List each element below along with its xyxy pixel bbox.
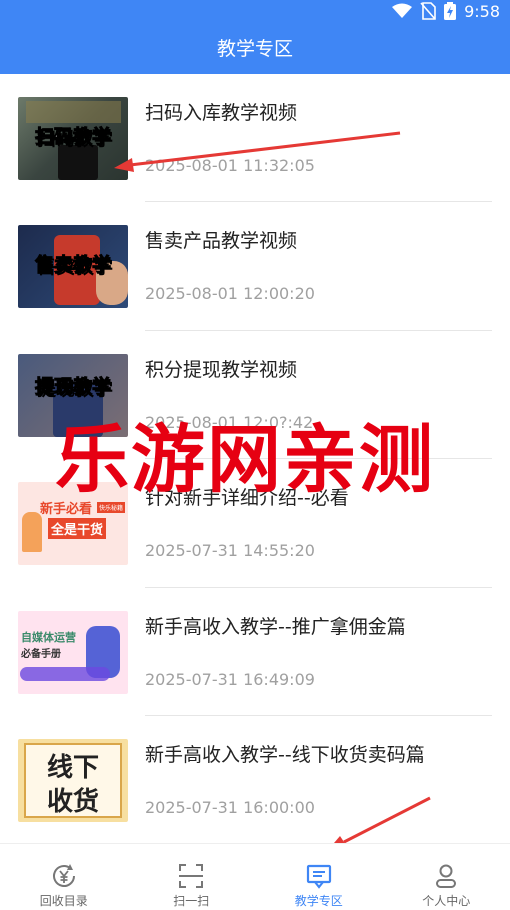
video-timestamp: 2025-07-31 16:00:00 (145, 797, 315, 817)
person-icon (436, 864, 457, 888)
thumbnail-subcaption: 全是干货 (48, 518, 107, 540)
tab-teaching[interactable]: 教学专区 (255, 844, 383, 910)
video-title: 新手高收入教学--推广拿佣金篇 (145, 615, 406, 638)
teaching-board-icon (306, 864, 331, 889)
tab-label: 教学专区 (294, 894, 343, 908)
thumbnail-caption: 扫码教学 (34, 126, 111, 149)
app-header: 9:58 教学专区 (0, 0, 510, 74)
list-item[interactable]: 售卖教学 售卖产品教学视频 2025-08-01 12:00:20 (0, 202, 510, 331)
bottom-tab-bar: 回收目录 扫一扫 教学专区 个人中心 (0, 843, 510, 910)
tab-label: 回收目录 (39, 894, 88, 908)
status-bar: 9:58 (392, 0, 500, 22)
thumbnail-subcaption: 必备手册 (21, 648, 61, 660)
tab-personal-center[interactable]: 个人中心 (383, 844, 510, 910)
tab-scan[interactable]: 扫一扫 (128, 844, 256, 910)
wifi-icon (392, 3, 413, 18)
list-item[interactable]: 自媒体运营 必备手册 新手高收入教学--推广拿佣金篇 2025-07-31 16… (0, 588, 510, 716)
thumbnail-caption: 线下 (46, 752, 99, 783)
scan-icon (179, 864, 204, 888)
watermark-text: 乐游网亲测 (55, 417, 435, 503)
video-timestamp: 2025-07-31 14:55:20 (145, 541, 315, 561)
tab-label: 扫一扫 (173, 894, 210, 908)
list-item[interactable]: 扫码教学 扫码入库教学视频 2025-08-01 11:32:05 (0, 74, 510, 203)
video-timestamp: 2025-07-31 16:49:09 (145, 669, 315, 689)
video-title: 售卖产品教学视频 (145, 230, 298, 253)
yen-recycle-icon (52, 864, 75, 887)
video-title: 扫码入库教学视频 (145, 102, 298, 124)
thumbnail-caption: 售卖教学 (34, 254, 111, 277)
tab-recycle-catalog[interactable]: 回收目录 (0, 844, 128, 910)
thumbnail-caption: 自媒体运营 (21, 630, 76, 644)
video-title: 新手高收入教学--线下收货卖码篇 (145, 743, 425, 766)
thumbnail-subcaption: 收货 (46, 786, 99, 817)
video-title: 积分提现教学视频 (145, 358, 298, 381)
no-sim-icon (420, 2, 436, 20)
status-time: 9:58 (464, 1, 500, 21)
list-item[interactable]: 线下 收货 新手高收入教学--线下收货卖码篇 2025-07-31 16:00:… (0, 716, 510, 845)
tab-label: 个人中心 (422, 894, 471, 908)
video-timestamp: 2025-08-01 11:32:05 (145, 156, 315, 175)
page-title: 教学专区 (216, 38, 293, 60)
video-thumbnail: 扫码教学 (18, 97, 128, 180)
video-thumbnail: 线下 收货 (18, 738, 128, 822)
video-timestamp: 2025-08-01 12:00:20 (145, 284, 315, 304)
battery-icon (444, 2, 457, 20)
video-thumbnail: 自媒体运营 必备手册 (18, 610, 128, 694)
thumbnail-caption: 提现教学 (34, 375, 111, 398)
video-thumbnail: 售卖教学 (18, 225, 128, 309)
